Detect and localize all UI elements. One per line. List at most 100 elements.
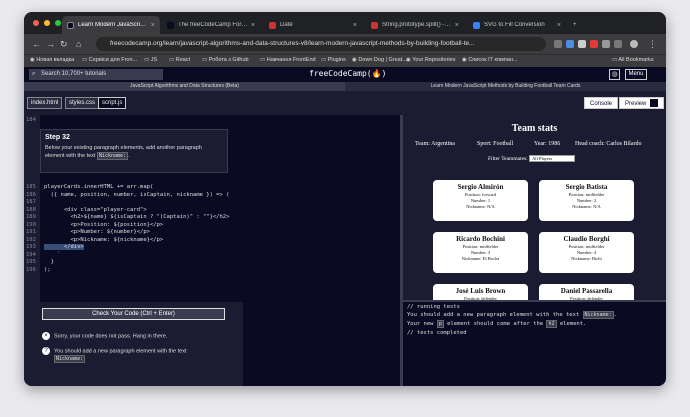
preview-title: Team stats [511, 123, 558, 134]
player-name: Daniel Passarella [560, 287, 613, 295]
code-line[interactable]: </div> [44, 244, 84, 250]
profile-avatar-icon[interactable] [630, 40, 638, 48]
close-tab-icon[interactable]: × [151, 22, 155, 29]
browser-window: Learn Modern JavaScript Me × The freeCode… [24, 12, 666, 386]
close-tab-icon[interactable]: × [557, 22, 561, 29]
bookmark-item[interactable]: ◉ Your Repositories [406, 57, 455, 63]
player-nickname: Nickname: N/A [466, 204, 495, 209]
check-code-button[interactable]: Check Your Code (Ctrl + Enter) [42, 308, 225, 320]
home-icon[interactable]: ⌂ [76, 38, 81, 50]
menu-button[interactable]: Menu [625, 69, 647, 80]
tab-script-js[interactable]: script.js [98, 97, 127, 109]
code-line[interactable]: <div class="player-card"> [44, 207, 147, 213]
extension-icon[interactable] [566, 40, 574, 48]
code-line[interactable]: ({ name, position, number, isCaptain, ni… [44, 192, 230, 198]
question-circle-icon: ? [42, 347, 50, 355]
bookmark-item[interactable]: ▭ Сервіси для Fron... [82, 57, 137, 63]
line-number: 190 [26, 221, 36, 228]
step-title: Step 32 [45, 134, 70, 141]
code-line[interactable]: } [44, 259, 54, 265]
close-tab-icon[interactable]: × [455, 22, 459, 29]
close-tab-icon[interactable]: × [251, 22, 255, 29]
console-line: // tests completed [407, 330, 467, 336]
console-line: // running tests [407, 304, 460, 310]
extension-icon[interactable] [554, 40, 562, 48]
line-number: 194 [26, 251, 36, 258]
code-line[interactable]: ); [44, 267, 51, 273]
url-field[interactable]: freecodecamp.org/learn/javascript-algori… [96, 37, 546, 51]
close-circle-icon: × [42, 332, 50, 340]
bookmark-item[interactable]: ▭ Робота з Github [202, 57, 249, 63]
browser-tab[interactable]: String.prototype.split() - Java × [366, 16, 464, 34]
extensions-puzzle-icon[interactable] [614, 40, 622, 48]
window-controls [33, 20, 61, 26]
sport-name: Sport: Football [477, 141, 514, 147]
fcc-favicon-icon [67, 21, 74, 29]
maximize-window-button[interactable] [55, 20, 61, 26]
bookmark-item[interactable]: ◉ Список IT компан... [462, 57, 517, 63]
back-arrow-icon[interactable]: ← [32, 38, 41, 50]
new-tab-button[interactable]: + [570, 16, 584, 34]
line-number: 195 [26, 259, 36, 265]
bookmark-item[interactable]: ▭ Plugins [321, 57, 346, 63]
preview-button[interactable]: Preview [619, 97, 665, 109]
line-number: 191 [26, 229, 36, 235]
console-output: // running tests You should add a new pa… [403, 300, 666, 386]
extension-icon[interactable] [578, 40, 586, 48]
browser-tab[interactable]: The freeCodeCamp Forum × [162, 16, 260, 34]
reload-icon[interactable]: ↻ [60, 38, 68, 50]
address-bar-row: ← → ↻ ⌂ freecodecamp.org/learn/javascrip… [24, 34, 666, 54]
all-bookmarks[interactable]: ▭ All Bookmarks [612, 57, 654, 63]
code-editor[interactable]: 184 Step 32 Below your existing paragrap… [24, 115, 400, 386]
bookmarks-bar: ◉ Новая вкладка ▭ Сервіси для Fron... ▭ … [24, 54, 666, 67]
minimize-window-button[interactable] [44, 20, 50, 26]
extension-icon[interactable] [590, 40, 598, 48]
player-nickname: Nickname: N/A [572, 204, 601, 209]
browser-tab-active[interactable]: Learn Modern JavaScript Me × [62, 16, 160, 34]
code-line[interactable]: <p>Nickname: ${nickname}</p> [44, 237, 163, 243]
more-options-icon[interactable]: ⋮ [648, 38, 657, 50]
extension-icon[interactable] [602, 40, 610, 48]
browser-tab[interactable]: Date × [264, 16, 362, 34]
line-number: 196 [26, 266, 36, 273]
code-line[interactable]: playerCards.innerHTML += arr.map( [44, 184, 153, 190]
mdn-favicon-icon [269, 21, 276, 29]
code-line[interactable]: <p>Number: ${number}</p> [44, 229, 149, 235]
tab-index-html[interactable]: index.html [27, 97, 63, 109]
console-button[interactable]: Console [584, 97, 619, 109]
line-number: 192 [26, 236, 36, 243]
player-nickname: Nickname: Bichi [571, 256, 602, 261]
tab-styles-css[interactable]: styles.css [65, 97, 100, 109]
tab-bar: Learn Modern JavaScript Me × The freeCode… [24, 12, 666, 34]
player-nickname: Nickname: El Bocha [461, 256, 500, 261]
player-card: Daniel PassarellaPosition: defenderNumbe… [539, 284, 634, 300]
bookmark-item[interactable]: ▭ React [169, 57, 190, 63]
code-line[interactable]: <p>Position: ${position}</p> [44, 222, 163, 228]
console-line: Your new p element should come after the… [407, 320, 587, 328]
player-card: Ricardo Bochini Position: midfielder Numbe… [433, 232, 528, 273]
breadcrumb-superblock[interactable]: JavaScript Algorithms and Data Structure… [24, 82, 345, 91]
close-tab-icon[interactable]: × [353, 22, 357, 29]
fcc-logo[interactable]: freeCodeCamp(🔥) [309, 69, 386, 78]
forward-arrow-icon[interactable]: → [46, 38, 55, 50]
year: Year: 1986 [534, 141, 561, 147]
filter-select[interactable]: All Players [529, 155, 576, 162]
team-name: Team: Argentina [415, 141, 455, 147]
bookmark-item[interactable]: ▭ Навчання FrontEnd [260, 57, 316, 63]
action-panel: Check Your Code (Ctrl + Enter) × Sorry, y… [33, 302, 243, 386]
globe-icon[interactable]: ◍ [609, 69, 620, 80]
svg-favicon-icon [473, 21, 480, 29]
popout-icon [650, 99, 659, 108]
search-input[interactable]: ⌕ Search 10,700+ tutorials [29, 69, 163, 80]
code-line[interactable]: <h2>${name} ${isCaptain ? "(Captain)" : … [44, 214, 229, 220]
mdn-favicon-icon [371, 21, 378, 29]
line-number: 188 [26, 206, 36, 213]
breadcrumb-project[interactable]: Learn Modern JavaScript Methods by Build… [345, 82, 666, 91]
bookmark-item[interactable]: ◉ Новая вкладка [30, 57, 74, 63]
bookmark-item[interactable]: ▭ JS [144, 57, 157, 63]
code-line[interactable]: ` [44, 252, 60, 258]
bookmark-item[interactable]: ◉ Down Dog | Great... [352, 57, 407, 63]
browser-tab[interactable]: SVG to Fill Conversion × [468, 16, 566, 34]
close-window-button[interactable] [33, 20, 39, 26]
plus-icon: + [573, 22, 577, 28]
